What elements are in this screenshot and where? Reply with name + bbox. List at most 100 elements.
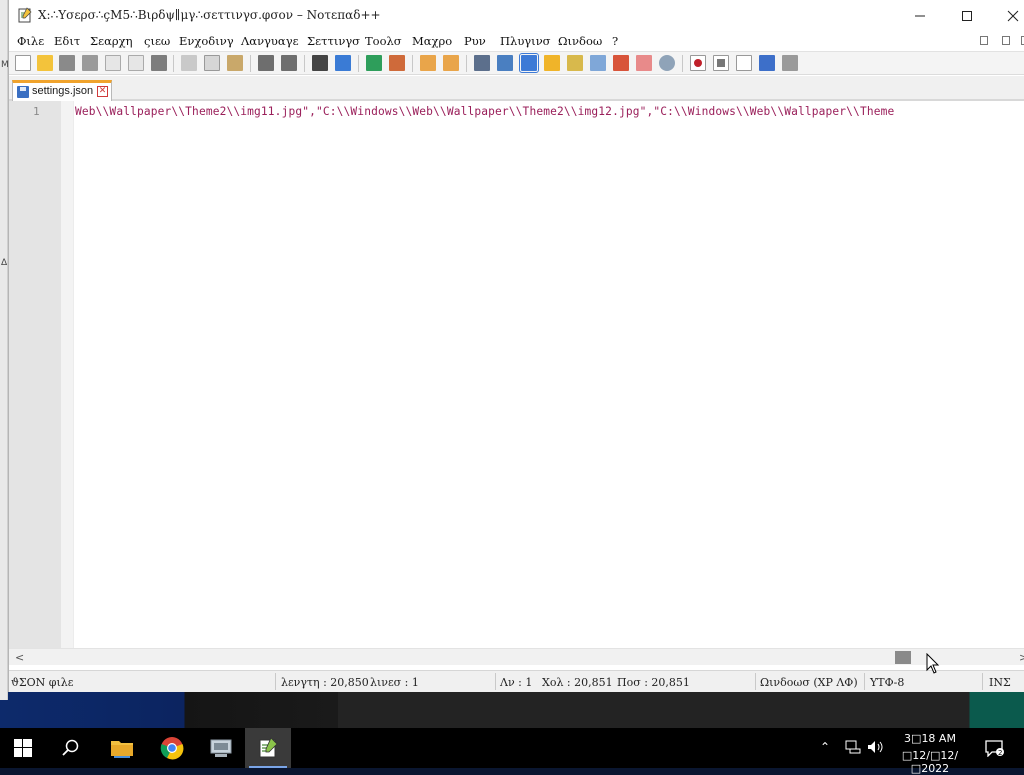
indent-guide-icon[interactable]: [519, 53, 539, 73]
tab-close-icon[interactable]: ✕: [97, 86, 108, 97]
close-all-icon[interactable]: [128, 55, 144, 71]
search-button[interactable]: [48, 728, 94, 768]
status-divider: [982, 673, 983, 690]
status-eol[interactable]: Ωινδοωσ (ΧΡ ΛΦ): [760, 676, 858, 689]
menu-file[interactable]: Φιλε: [17, 34, 44, 48]
search-icon: [62, 739, 79, 756]
open-file-icon[interactable]: [37, 55, 53, 71]
notifications-icon[interactable]: 2: [984, 739, 1004, 757]
file-saved-icon: [17, 86, 29, 98]
cut-icon[interactable]: [181, 55, 197, 71]
taskbar-chrome[interactable]: [149, 728, 195, 768]
background-window-edge: M Δ: [0, 0, 9, 700]
chrome-icon: [160, 737, 184, 760]
show-all-chars-icon[interactable]: [497, 55, 513, 71]
tab-settings-json[interactable]: settings.json ✕: [12, 80, 112, 101]
menu-language[interactable]: Λανγυαγε: [241, 34, 299, 48]
minimize-button[interactable]: [897, 0, 943, 31]
clock-date[interactable]: □12/□12/□2022: [886, 749, 974, 775]
redo-icon[interactable]: [281, 55, 297, 71]
maximize-icon: [962, 10, 972, 21]
close-icon[interactable]: [105, 55, 121, 71]
find-icon[interactable]: [312, 55, 328, 71]
folder-workspace-icon[interactable]: [613, 55, 629, 71]
sync-vertical-icon[interactable]: [420, 55, 436, 71]
zoom-out-icon[interactable]: [389, 55, 405, 71]
user-language-icon[interactable]: [544, 55, 560, 71]
document-map-icon[interactable]: [567, 55, 583, 71]
fold-margin: [61, 101, 74, 648]
menu-edit[interactable]: Εδιτ: [54, 34, 80, 48]
menu-tools[interactable]: Τοολσ: [365, 34, 402, 48]
toolbar-separator: [466, 55, 467, 72]
mdi-minimize-button[interactable]: [980, 36, 988, 45]
status-divider: [864, 673, 865, 690]
save-icon[interactable]: [59, 55, 75, 71]
save-macro-icon[interactable]: [782, 55, 798, 71]
clock-time[interactable]: 3□18 AM: [892, 732, 968, 745]
toolbar-separator: [682, 55, 683, 72]
code-line[interactable]: Web\\Wallpaper\\Theme2\\img11.jpg","C:\\…: [75, 105, 894, 118]
function-list-icon[interactable]: [590, 55, 606, 71]
replace-icon[interactable]: [335, 55, 351, 71]
scroll-left-icon[interactable]: <: [15, 651, 24, 664]
record-macro-icon[interactable]: [690, 55, 706, 71]
start-button[interactable]: [0, 728, 46, 768]
line-number: 1: [33, 105, 40, 118]
word-wrap-icon[interactable]: [474, 55, 490, 71]
show-hidden-icons-icon[interactable]: ⌃: [820, 740, 830, 754]
status-divider: [275, 673, 276, 690]
title-bar[interactable]: X:∴Υσερσ∴çΜ5∴Βιρδψ∥μγ∴σεττινγσ.φσον – Νο…: [9, 0, 1024, 31]
minimize-icon: [915, 15, 925, 16]
status-file-type: ϑΣΟΝ φιλε: [11, 676, 74, 689]
stop-record-icon[interactable]: [713, 55, 729, 71]
taskbar-file-explorer[interactable]: [99, 728, 145, 768]
network-icon[interactable]: [845, 740, 861, 754]
menu-run[interactable]: Ρυν: [464, 34, 486, 48]
taskbar-notepadpp[interactable]: [245, 728, 291, 768]
scroll-right-icon[interactable]: >: [1019, 651, 1024, 664]
menu-encoding[interactable]: Ενχοδινγ: [179, 34, 234, 48]
play-macro-icon[interactable]: [736, 55, 752, 71]
toolbar-separator: [250, 55, 251, 72]
notepadpp-app-icon: [18, 7, 32, 23]
status-encoding[interactable]: ΥΤΦ-8: [870, 676, 904, 689]
new-file-icon[interactable]: [15, 55, 31, 71]
copy-icon[interactable]: [204, 55, 220, 71]
notepadpp-window: X:∴Υσερσ∴çΜ5∴Βιρδψ∥μγ∴σεττινγσ.φσον – Νο…: [8, 0, 1024, 692]
run-macro-multiple-icon[interactable]: [759, 55, 775, 71]
horizontal-scrollbar[interactable]: < >: [9, 648, 1024, 665]
monitoring-icon[interactable]: [659, 55, 675, 71]
start-icon: [14, 739, 32, 757]
menu-help[interactable]: ?: [612, 34, 618, 48]
toolbar: [9, 51, 1024, 75]
status-col: Χολ : 20,851: [542, 676, 613, 689]
print-icon[interactable]: [151, 55, 167, 71]
toolbar-separator: [304, 55, 305, 72]
folder-as-workspace-icon[interactable]: [636, 55, 652, 71]
close-icon: [1007, 10, 1019, 21]
zoom-in-icon[interactable]: [366, 55, 382, 71]
volume-icon[interactable]: [867, 740, 883, 754]
menu-settings[interactable]: Σεττινγσ: [307, 34, 360, 48]
remote-desktop-icon: [210, 739, 232, 757]
edge-letter: Δ: [1, 258, 8, 268]
menu-plugins[interactable]: Πλυγινσ: [500, 34, 551, 48]
menu-view[interactable]: ςιεω: [144, 34, 170, 48]
window-title: X:∴Υσερσ∴çΜ5∴Βιρδψ∥μγ∴σεττινγσ.φσον – Νο…: [38, 8, 381, 22]
undo-icon[interactable]: [258, 55, 274, 71]
menu-macro[interactable]: Μαχρο: [412, 34, 452, 48]
mdi-restore-button[interactable]: [1002, 36, 1010, 45]
paste-icon[interactable]: [227, 55, 243, 71]
maximize-button[interactable]: [944, 0, 990, 31]
save-all-icon[interactable]: [82, 55, 98, 71]
menu-window[interactable]: Ωινδοω: [558, 34, 602, 48]
status-length: λενγτη : 20,850: [281, 676, 369, 689]
close-button[interactable]: [990, 0, 1024, 31]
sync-horizontal-icon[interactable]: [443, 55, 459, 71]
scrollbar-thumb[interactable]: [895, 651, 912, 664]
menu-search[interactable]: Σεαρχη: [90, 34, 132, 48]
taskbar-remote-desktop[interactable]: [198, 728, 244, 768]
taskbar: ⌃ 3□18 AM □12/□12/□2022 2: [0, 728, 1024, 775]
text-editor[interactable]: 1 Web\\Wallpaper\\Theme2\\img11.jpg","C:…: [9, 101, 1024, 648]
